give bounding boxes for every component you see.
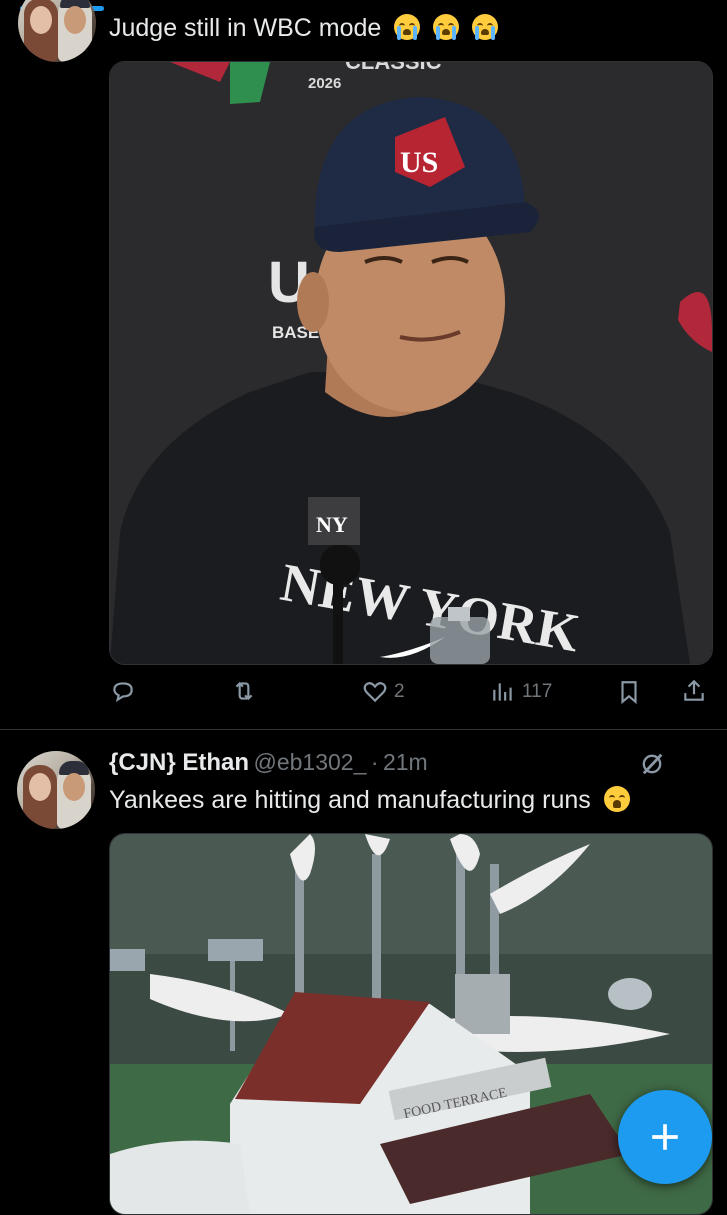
retweet-icon xyxy=(235,681,253,701)
backdrop-text: CLASSIC xyxy=(345,62,442,74)
tweet-text-body: Yankees are hitting and manufacturing ru… xyxy=(109,786,591,814)
bookmark-icon xyxy=(621,681,637,705)
avatar[interactable] xyxy=(17,751,95,829)
reply-button[interactable] xyxy=(110,678,142,704)
separator: · xyxy=(370,749,379,775)
tweet-text-body: Judge still in WBC mode xyxy=(109,14,382,42)
user-handle[interactable]: @eb1302_ xyxy=(253,749,366,775)
share-button[interactable] xyxy=(681,678,707,704)
views-button[interactable]: 117 xyxy=(490,679,552,705)
share-icon xyxy=(684,679,704,701)
tweet-header: {CJN} Ethan @eb1302_ · 21m xyxy=(109,749,428,777)
views-icon xyxy=(493,683,512,701)
heart-icon xyxy=(363,682,387,703)
tweet-media-photo[interactable]: CLASSIC 2026 U BASE US NEW YORK NY xyxy=(109,61,713,665)
bookmark-button[interactable] xyxy=(616,679,642,705)
plus-icon xyxy=(652,1124,678,1150)
loudly-crying-face-icon xyxy=(433,14,460,40)
tweet-text: Judge still in WBC mode xyxy=(109,14,499,43)
tweet-text: Yankees are hitting and manufacturing ru… xyxy=(109,786,630,815)
avatar[interactable] xyxy=(18,0,96,62)
display-name[interactable]: {CJN} Ethan xyxy=(109,749,249,776)
compose-button[interactable] xyxy=(618,1090,712,1184)
grok-icon xyxy=(642,753,663,775)
like-count: 2 xyxy=(394,681,405,702)
views-count: 117 xyxy=(522,681,553,702)
timestamp[interactable]: 21m xyxy=(383,749,428,775)
grok-button[interactable] xyxy=(638,750,666,783)
mic-logo: NY xyxy=(316,512,348,537)
reply-icon xyxy=(113,682,133,702)
press-conference-photo: CLASSIC 2026 U BASE US NEW YORK NY xyxy=(110,62,712,664)
retweet-button[interactable] xyxy=(231,678,263,704)
backdrop-year: 2026 xyxy=(308,75,341,92)
like-button[interactable]: 2 xyxy=(362,679,405,705)
loudly-crying-face-icon xyxy=(394,14,421,40)
weary-face-icon xyxy=(603,786,630,812)
cap-logo: US xyxy=(400,146,438,179)
divider xyxy=(0,729,727,730)
loudly-crying-face-icon xyxy=(472,14,499,40)
